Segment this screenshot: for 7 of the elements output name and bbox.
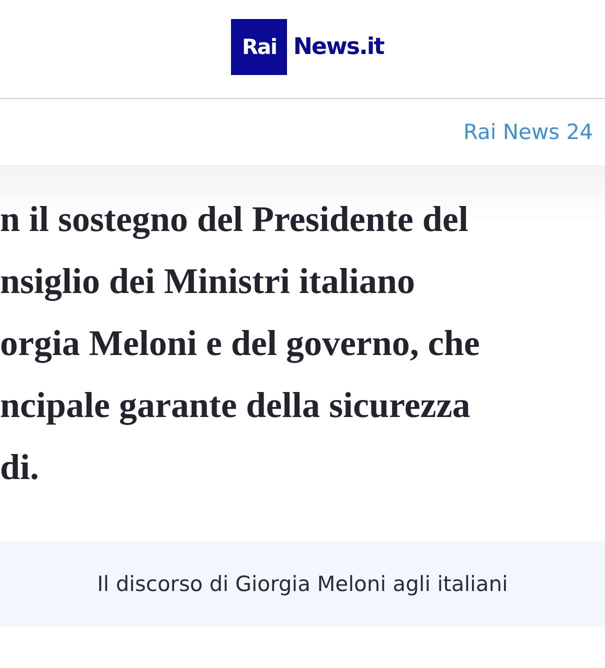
quote-line: ncipale garante della sicurezza (0, 384, 472, 427)
rainews-logo[interactable]: Rai News.it (231, 19, 384, 75)
quote-line: nsiglio dei Ministri italiano (0, 260, 416, 303)
quote-line: n il sostegno del Presidente del (0, 198, 470, 241)
caption-text: Il discorso di Giorgia Meloni agli italiani (97, 572, 508, 596)
quote-line: orgia Meloni e del governo, che (0, 322, 481, 365)
quote-line: di. (0, 446, 40, 489)
